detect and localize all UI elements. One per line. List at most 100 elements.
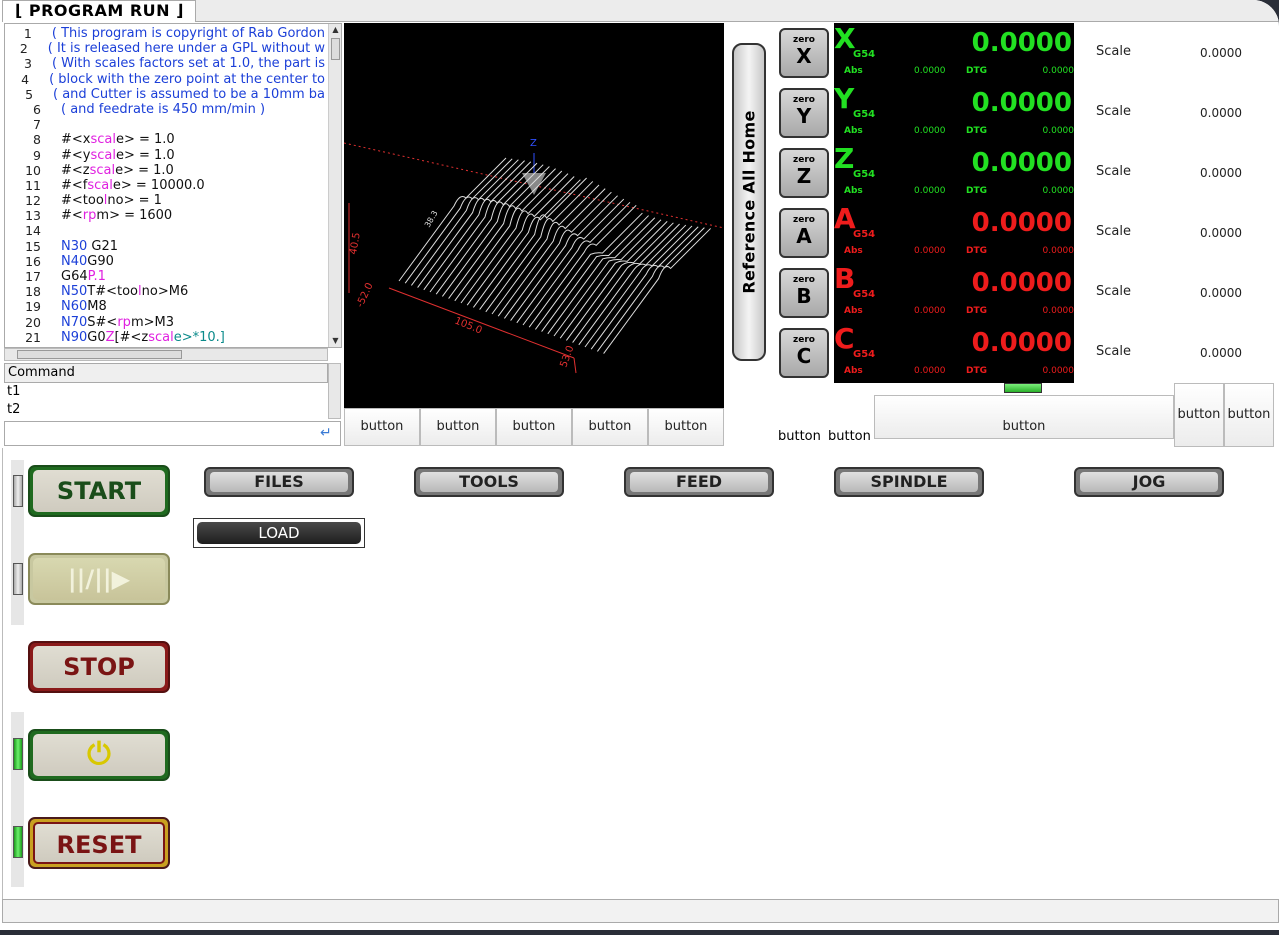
preview-button-1[interactable]: button (344, 408, 420, 446)
gcode-line[interactable]: 8 #<xscale> = 1.0 (5, 132, 325, 147)
command-input[interactable]: ↵ (4, 421, 341, 446)
start-button[interactable]: START (28, 465, 170, 517)
gcode-line[interactable]: 12 #<toolno> = 1 (5, 193, 325, 208)
line-number: 19 (25, 299, 41, 315)
gcode-line[interactable]: 17 G64P.1 (5, 269, 325, 284)
line-text: #<xscale> = 1.0 (41, 132, 175, 147)
scale-value: 0.0000 (1200, 46, 1242, 60)
machine-power-button[interactable]: ⏻ (28, 729, 170, 781)
feed-button[interactable]: FEED (624, 467, 774, 497)
gcode-line[interactable]: 21 N90G0Z[#<zscale>*10.] (5, 330, 325, 345)
dro-abs-label: Abs (844, 126, 863, 136)
line-text: ( This program is copyright of Rab Gordo… (32, 26, 325, 41)
enter-icon[interactable]: ↵ (320, 426, 336, 440)
dro-dtg-label: DTG (966, 186, 987, 196)
line-number: 14 (25, 223, 41, 239)
toolpath-ridge (522, 201, 631, 326)
gcode-line[interactable]: 16 N40G90 (5, 254, 325, 269)
axis-letter: A (796, 224, 812, 248)
code-token: N40 (61, 253, 88, 269)
small-button-2[interactable]: button (828, 429, 871, 444)
zero-c-button[interactable]: zero C (779, 328, 829, 378)
reference-all-home-button[interactable]: Reference All Home (732, 43, 766, 361)
scroll-down-icon[interactable]: ▼ (329, 335, 341, 347)
tools-button[interactable]: TOOLS (414, 467, 564, 497)
gcode-line[interactable]: 11 #<fscale> = 10000.0 (5, 178, 325, 193)
line-number: 5 (25, 86, 34, 102)
wide-button[interactable]: button (874, 395, 1174, 439)
tab-program-run[interactable]: ⌊ PROGRAM RUN ⌋ (2, 0, 196, 22)
gcode-line[interactable]: 5 ( and Cutter is assumed to be a 10mm ba (5, 87, 325, 102)
command-history-item[interactable]: t1 (7, 383, 328, 401)
gcode-line[interactable]: 10 #<zscale> = 1.0 (5, 163, 325, 178)
gcode-line[interactable]: 4 ( block with the zero point at the cent… (5, 72, 325, 87)
code-token: #<x (61, 132, 91, 148)
toolpath-preview[interactable]: Z 105.0 53.0 -52.0 40.5 38.3 (344, 23, 724, 408)
gcode-line[interactable]: 20 N70S#<rpm>M3 (5, 315, 325, 330)
tall-button-1[interactable]: button (1174, 383, 1224, 447)
reset-button[interactable]: RESET (28, 817, 170, 869)
pause-resume-button[interactable]: ||/||▶ (28, 553, 170, 605)
zero-y-button[interactable]: zero Y (779, 88, 829, 138)
dim-width-label: 53.0 (558, 344, 576, 369)
gcode-line[interactable]: 9 #<yscale> = 1.0 (5, 148, 325, 163)
line-number: 12 (25, 193, 41, 209)
preview-button-4[interactable]: button (572, 408, 648, 446)
dro-abs-value: 0.0000 (914, 186, 946, 196)
command-history[interactable]: t1 t2 (4, 383, 328, 419)
zero-a-button[interactable]: zero A (779, 208, 829, 258)
spindle-button[interactable]: SPINDLE (834, 467, 984, 497)
gcode-line[interactable]: 1 ( This program is copyright of Rab Gord… (5, 26, 325, 41)
load-button[interactable]: LOAD (197, 522, 361, 544)
scale-label: Scale (1096, 344, 1131, 359)
command-scrollbar[interactable] (328, 363, 341, 419)
dim-neg-label: -52.0 (355, 281, 376, 309)
dro-position-value: 0.0000 (971, 88, 1072, 118)
dro-dtg-label: DTG (966, 246, 987, 256)
zero-x-button[interactable]: zero X (779, 28, 829, 78)
preview-button-2[interactable]: button (420, 408, 496, 446)
gcode-line[interactable]: 7 (5, 117, 325, 132)
preview-button-5[interactable]: button (648, 408, 724, 446)
dro-abs-label: Abs (844, 306, 863, 316)
editor-vertical-scrollbar[interactable]: ▲ ▼ (328, 24, 341, 347)
command-history-item[interactable]: t2 (7, 401, 328, 419)
start-led (13, 475, 23, 507)
gcode-line[interactable]: 15 N30 G21 (5, 239, 325, 254)
files-button[interactable]: FILES (204, 467, 354, 497)
gcode-editor[interactable]: 1 ( This program is copyright of Rab Gord… (4, 23, 342, 348)
code-token: #<too (61, 193, 104, 209)
scroll-thumb[interactable] (331, 38, 340, 60)
line-text: N60M8 (41, 299, 107, 314)
line-text (41, 223, 61, 238)
code-token: scal (90, 132, 116, 148)
line-number: 16 (25, 253, 41, 269)
code-token: [#<z (114, 329, 149, 345)
gcode-line[interactable]: 2 ( It is released here under a GPL witho… (5, 41, 325, 56)
toolpath-ridge (547, 217, 656, 335)
scroll-up-icon[interactable]: ▲ (329, 24, 341, 36)
axis-letter: C (796, 344, 812, 368)
editor-horizontal-scrollbar[interactable] (4, 348, 328, 361)
line-number: 1 (23, 26, 32, 41)
zero-z-button[interactable]: zero Z (779, 148, 829, 198)
line-number: 13 (25, 208, 41, 224)
gcode-line[interactable]: 13 #<rpm> = 1600 (5, 208, 325, 223)
gcode-line[interactable]: 6 ( and feedrate is 450 mm/min ) (5, 102, 325, 117)
scroll-thumb[interactable] (17, 350, 182, 359)
tall-button-2[interactable]: button (1224, 383, 1274, 447)
status-bar (2, 899, 1279, 923)
jog-button[interactable]: JOG (1074, 467, 1224, 497)
line-number: 7 (33, 117, 41, 133)
stop-button[interactable]: STOP (28, 641, 170, 693)
gcode-line[interactable]: 19 N60M8 (5, 299, 325, 314)
gcode-line[interactable]: 14 (5, 223, 325, 238)
scale-label: Scale (1096, 104, 1131, 119)
gcode-line[interactable]: 18 N50T#<toolno>M6 (5, 284, 325, 299)
zero-b-button[interactable]: zero B (779, 268, 829, 318)
scale-value: 0.0000 (1200, 166, 1242, 180)
preview-button-3[interactable]: button (496, 408, 572, 446)
gcode-line[interactable]: 3 ( With scales factors set at 1.0, the p… (5, 56, 325, 71)
small-button-1[interactable]: button (778, 429, 821, 444)
axis-letter: B (796, 284, 812, 308)
